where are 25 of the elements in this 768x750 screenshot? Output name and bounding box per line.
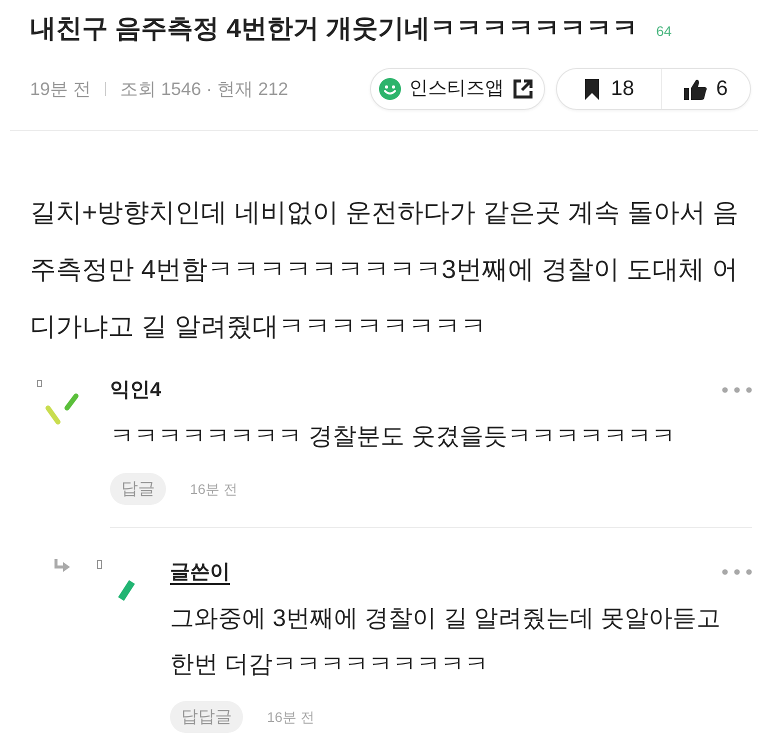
comment-count: 64 [656,22,672,40]
view-stats: 조회 1546 · 현재 212 [120,78,288,100]
more-options-icon[interactable] [722,568,752,576]
bookmark-icon [584,78,600,100]
broken-image-icon [37,380,42,387]
comment-time: 16분 전 [190,480,238,498]
smiley-icon [379,78,401,100]
bookmark-button[interactable]: 18 [557,69,661,109]
comment-time: 16분 전 [267,708,314,726]
like-button[interactable]: 6 [662,69,750,109]
comment-text: ㅋㅋㅋㅋㅋㅋㅋㅋ 경찰분도 웃겼을듯ㅋㅋㅋㅋㅋㅋㅋ [110,422,676,452]
comment-text: 그와중에 3번째에 경찰이 길 알려줬는데 못알아듣고 한번 더감ㅋㅋㅋㅋㅋㅋㅋㅋㅋ [170,604,722,680]
thumbs-up-icon [684,78,708,100]
broken-avatar-icon [117,578,136,603]
reply-arrow-icon [53,558,70,573]
post-body: 길치+방향치인데 네비없이 운전하다가 같은곳 계속 돌아서 음주측정만 4번함ㅋㅋㅋㅋㅋㅋㅋㅋㅋ3번째에 경찰이 도대체 어디가냐고 길 알려줬대ㅋㅋㅋㅋㅋㅋㅋㅋ [30,196,740,343]
external-link-icon [512,78,534,100]
broken-avatar-icon [45,393,79,425]
broken-image-icon [97,560,102,569]
post-time: 19분 전 [30,78,92,100]
more-options-icon[interactable] [722,386,752,394]
comment-author: 익인4 [110,378,162,403]
post-title: 내친구 음주측정 4번한거 개웃기네ㅋㅋㅋㅋㅋㅋㅋㅋ [30,12,638,45]
app-link-button[interactable]: 인스티즈앱 [370,68,545,110]
comment-author: 글쓴이 [170,560,230,585]
